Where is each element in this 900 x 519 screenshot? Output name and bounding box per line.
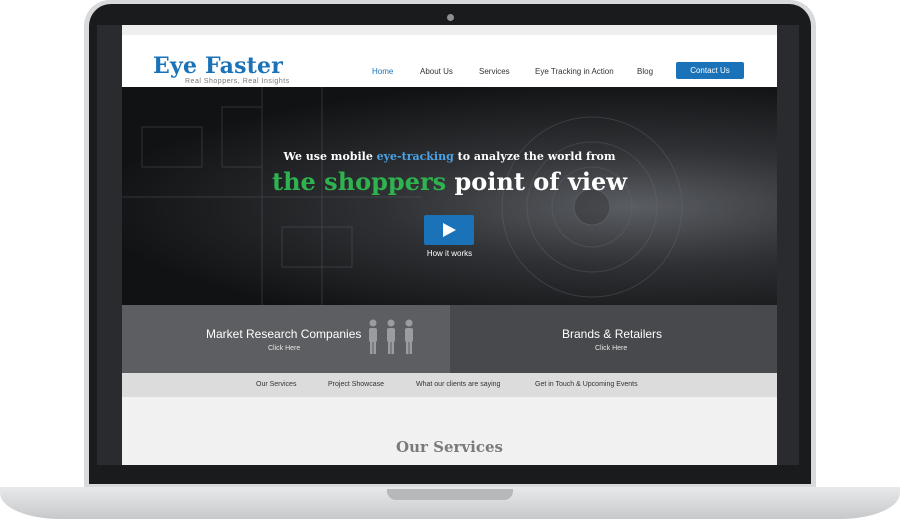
- hero-background-graphic: [122, 87, 683, 305]
- market-research-title[interactable]: Market Research Companies: [206, 327, 361, 341]
- subnav-get-in-touch[interactable]: Get in Touch & Upcoming Events: [535, 381, 638, 388]
- hero-line1-start: We use mobile: [283, 150, 377, 163]
- nav-about-us[interactable]: About Us: [420, 67, 453, 76]
- our-services-heading: Our Services: [396, 438, 503, 456]
- how-it-works-label[interactable]: How it works: [122, 249, 777, 258]
- market-research-click-here[interactable]: Click Here: [268, 345, 300, 352]
- hero-line1-end: to analyze the world from: [453, 150, 616, 163]
- market-research-panel[interactable]: Market Research Companies Click Here: [122, 305, 450, 373]
- hero-subheading: We use mobile eye-tracking to analyze th…: [122, 150, 777, 163]
- contact-us-button[interactable]: Contact Us: [676, 62, 744, 79]
- screen-edge-right: [777, 25, 799, 465]
- subnav-project-showcase[interactable]: Project Showcase: [328, 381, 384, 388]
- nav-blog[interactable]: Blog: [637, 67, 653, 76]
- website-screen: Eye Faster Real Shoppers, Real Insights …: [122, 25, 777, 465]
- hero-banner: We use mobile eye-tracking to analyze th…: [122, 87, 777, 305]
- people-icon: [369, 319, 413, 354]
- nav-services[interactable]: Services: [479, 67, 510, 76]
- subnav-client-testimonials[interactable]: What our clients are saying: [416, 381, 500, 388]
- play-video-button[interactable]: [424, 215, 474, 245]
- screen-edge-left: [97, 25, 122, 465]
- laptop-notch: [387, 489, 513, 500]
- top-strip: [122, 25, 777, 35]
- nav-home[interactable]: Home: [372, 67, 393, 76]
- logo-tagline: Real Shoppers, Real Insights: [185, 78, 290, 85]
- hero-line1-highlight: eye-tracking: [376, 150, 454, 163]
- brands-retailers-title[interactable]: Brands & Retailers: [562, 327, 662, 341]
- section-subnav: Our Services Project Showcase What our c…: [122, 373, 777, 397]
- audience-split: Market Research Companies Click Here Bra…: [122, 305, 777, 373]
- nav-eye-tracking[interactable]: Eye Tracking in Action: [535, 67, 614, 76]
- camera-icon: [447, 14, 454, 21]
- subnav-our-services[interactable]: Our Services: [256, 381, 296, 388]
- logo-title[interactable]: Eye Faster: [153, 53, 283, 79]
- play-icon: [443, 223, 456, 237]
- brands-retailers-click-here[interactable]: Click Here: [595, 345, 627, 352]
- laptop-mockup: Eye Faster Real Shoppers, Real Insights …: [0, 0, 900, 519]
- hero-heading-rest: point of view: [446, 167, 627, 196]
- brands-retailers-panel[interactable]: Brands & Retailers Click Here: [450, 305, 777, 373]
- hero-heading-green: the shoppers: [272, 167, 447, 196]
- site-header: Eye Faster Real Shoppers, Real Insights …: [122, 35, 777, 87]
- hero-heading: the shoppers point of view: [122, 167, 777, 196]
